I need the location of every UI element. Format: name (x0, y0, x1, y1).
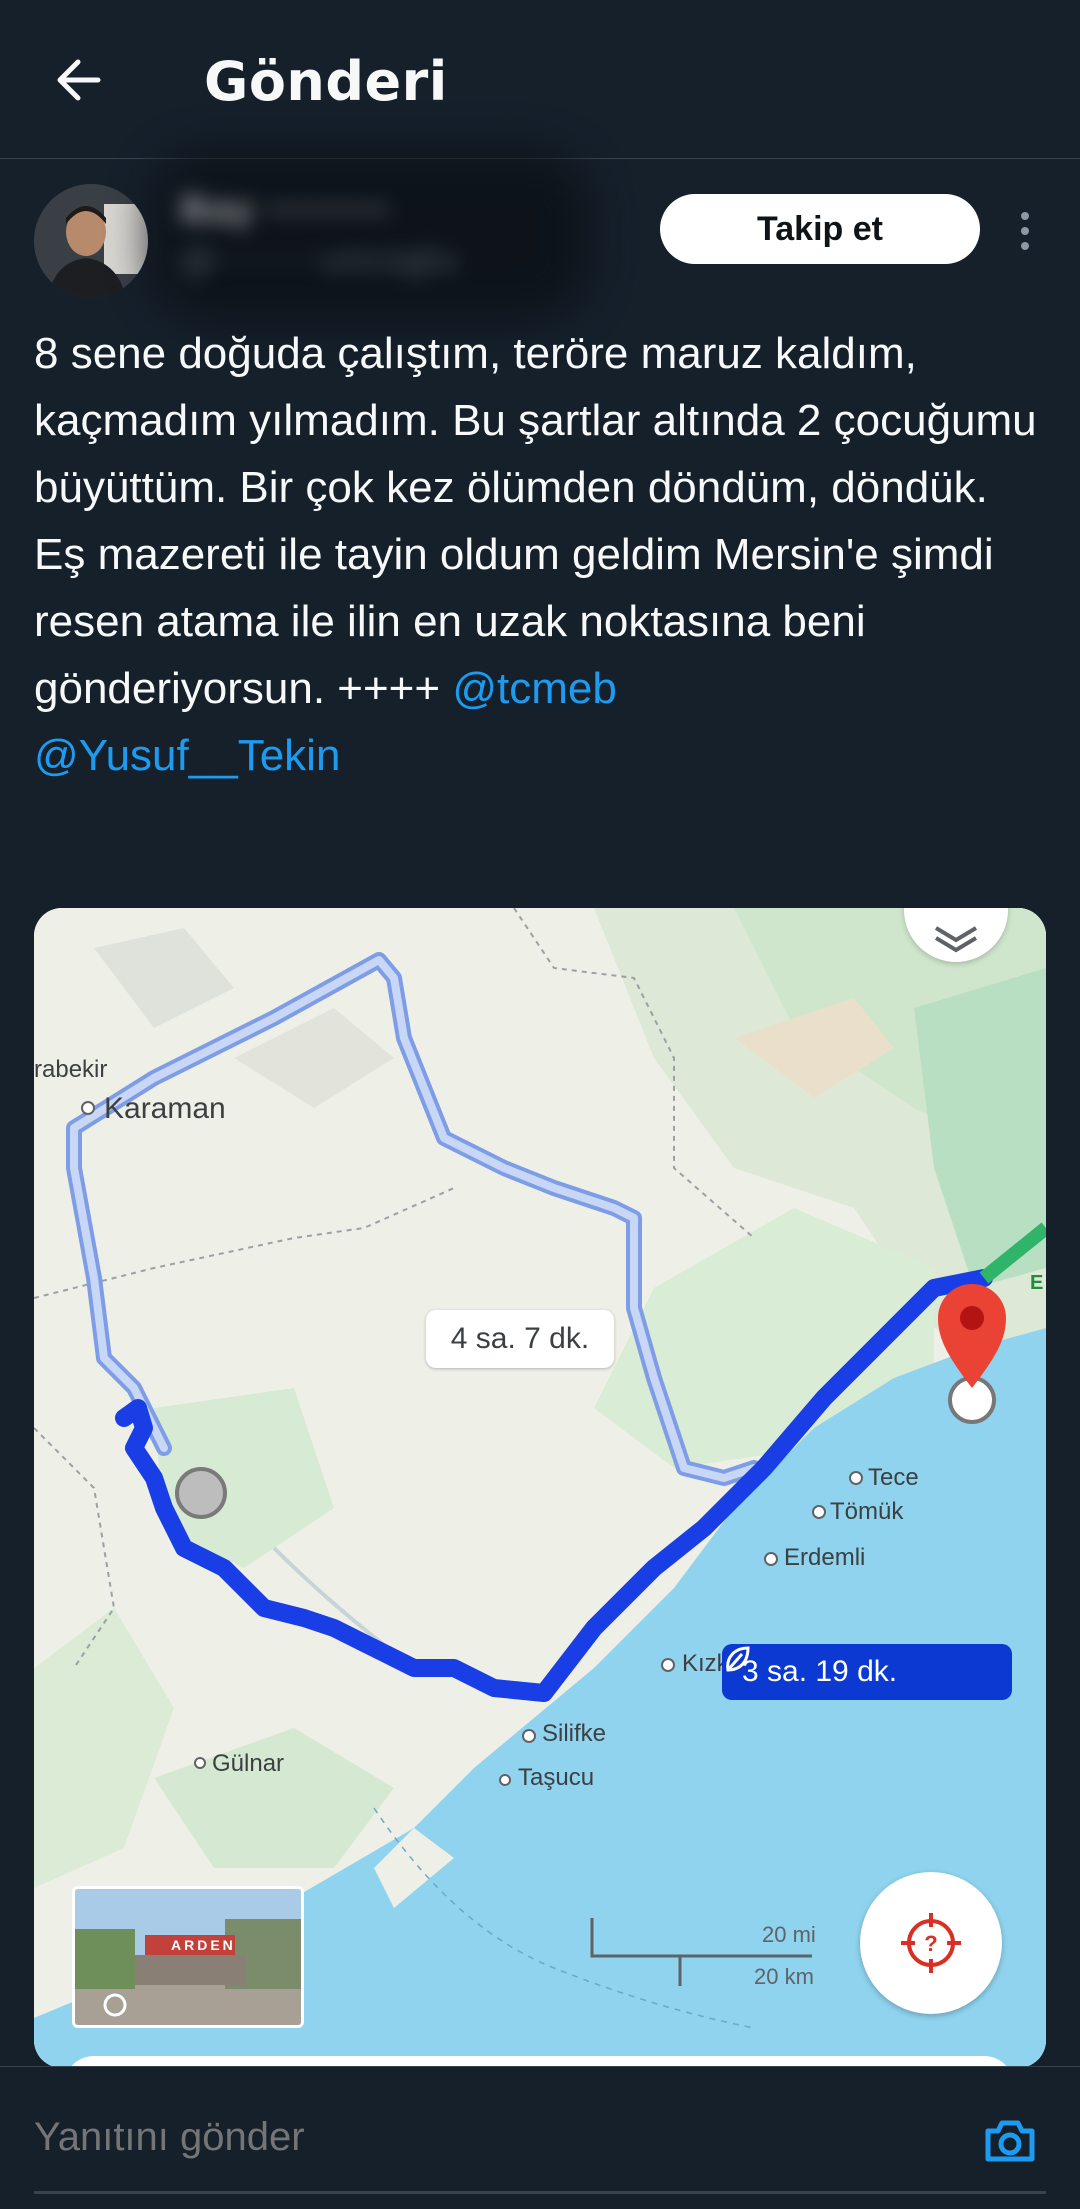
avatar[interactable] (34, 184, 148, 298)
scale-km: 20 km (754, 1964, 814, 1989)
street-sign-text: ARDEN (171, 1937, 236, 1953)
mention-link[interactable]: @tcmeb (452, 664, 616, 713)
mention-link[interactable]: @Yusuf__Tekin (34, 731, 340, 780)
location-target-icon: ? (901, 1913, 961, 1973)
map-place-label: rabekir (34, 1056, 108, 1083)
map-place-label: Silifke (542, 1720, 607, 1747)
back-arrow-icon (57, 59, 101, 101)
divider (34, 2191, 1046, 2194)
leaf-icon (726, 1646, 750, 1672)
map-place-label: Gülnar (212, 1750, 285, 1777)
map-place-label: Tece (868, 1464, 919, 1491)
svg-text:?: ? (924, 1931, 937, 1956)
map-place-label: E (1030, 1272, 1044, 1294)
author-row: Bay ········· @··········uncoglu Takip e… (0, 150, 1080, 320)
destination-pin-icon (938, 1284, 1006, 1424)
tweet-map-image[interactable]: rabekir Karaman Gülnar Silifke Taşucu Kı… (34, 908, 1046, 2068)
follow-button[interactable]: Takip et (660, 194, 980, 264)
my-location-button[interactable]: ? (860, 1872, 1002, 2014)
more-icon[interactable] (1010, 206, 1040, 256)
back-button[interactable] (48, 48, 112, 112)
reply-bar (0, 2066, 1080, 2209)
map-place-label: Taşucu (518, 1764, 595, 1791)
camera-button[interactable] (980, 2111, 1040, 2171)
layers-button[interactable] (904, 908, 1008, 962)
author-handle[interactable]: @··········uncoglu (180, 240, 580, 280)
street-view-thumbnail[interactable]: ARDEN (72, 1886, 304, 2028)
camera-icon (985, 2120, 1035, 2162)
top-bar: Gönderi (0, 0, 1080, 159)
scale-mi: 20 mi (762, 1922, 816, 1947)
redaction-blur (150, 150, 590, 320)
map-place-label: Tömük (830, 1498, 904, 1525)
page-title: Gönderi (204, 50, 448, 113)
map-place-label: Karaman (104, 1092, 226, 1125)
main-route-duration[interactable]: 3 sa. 19 dk. (722, 1644, 1012, 1700)
author-name[interactable]: Bay ········· (180, 190, 580, 231)
reply-input[interactable] (34, 2115, 934, 2160)
tweet-text: 8 sene doğuda çalıştım, teröre maruz kal… (34, 320, 1044, 789)
main-route-duration-text: 3 sa. 19 dk. (742, 1655, 898, 1688)
map-place-label: Erdemli (784, 1544, 866, 1571)
tweet-body: 8 sene doğuda çalıştım, teröre maruz kal… (34, 329, 1049, 713)
layers-icon (934, 926, 978, 953)
alt-route-duration[interactable]: 4 sa. 7 dk. (426, 1310, 614, 1368)
